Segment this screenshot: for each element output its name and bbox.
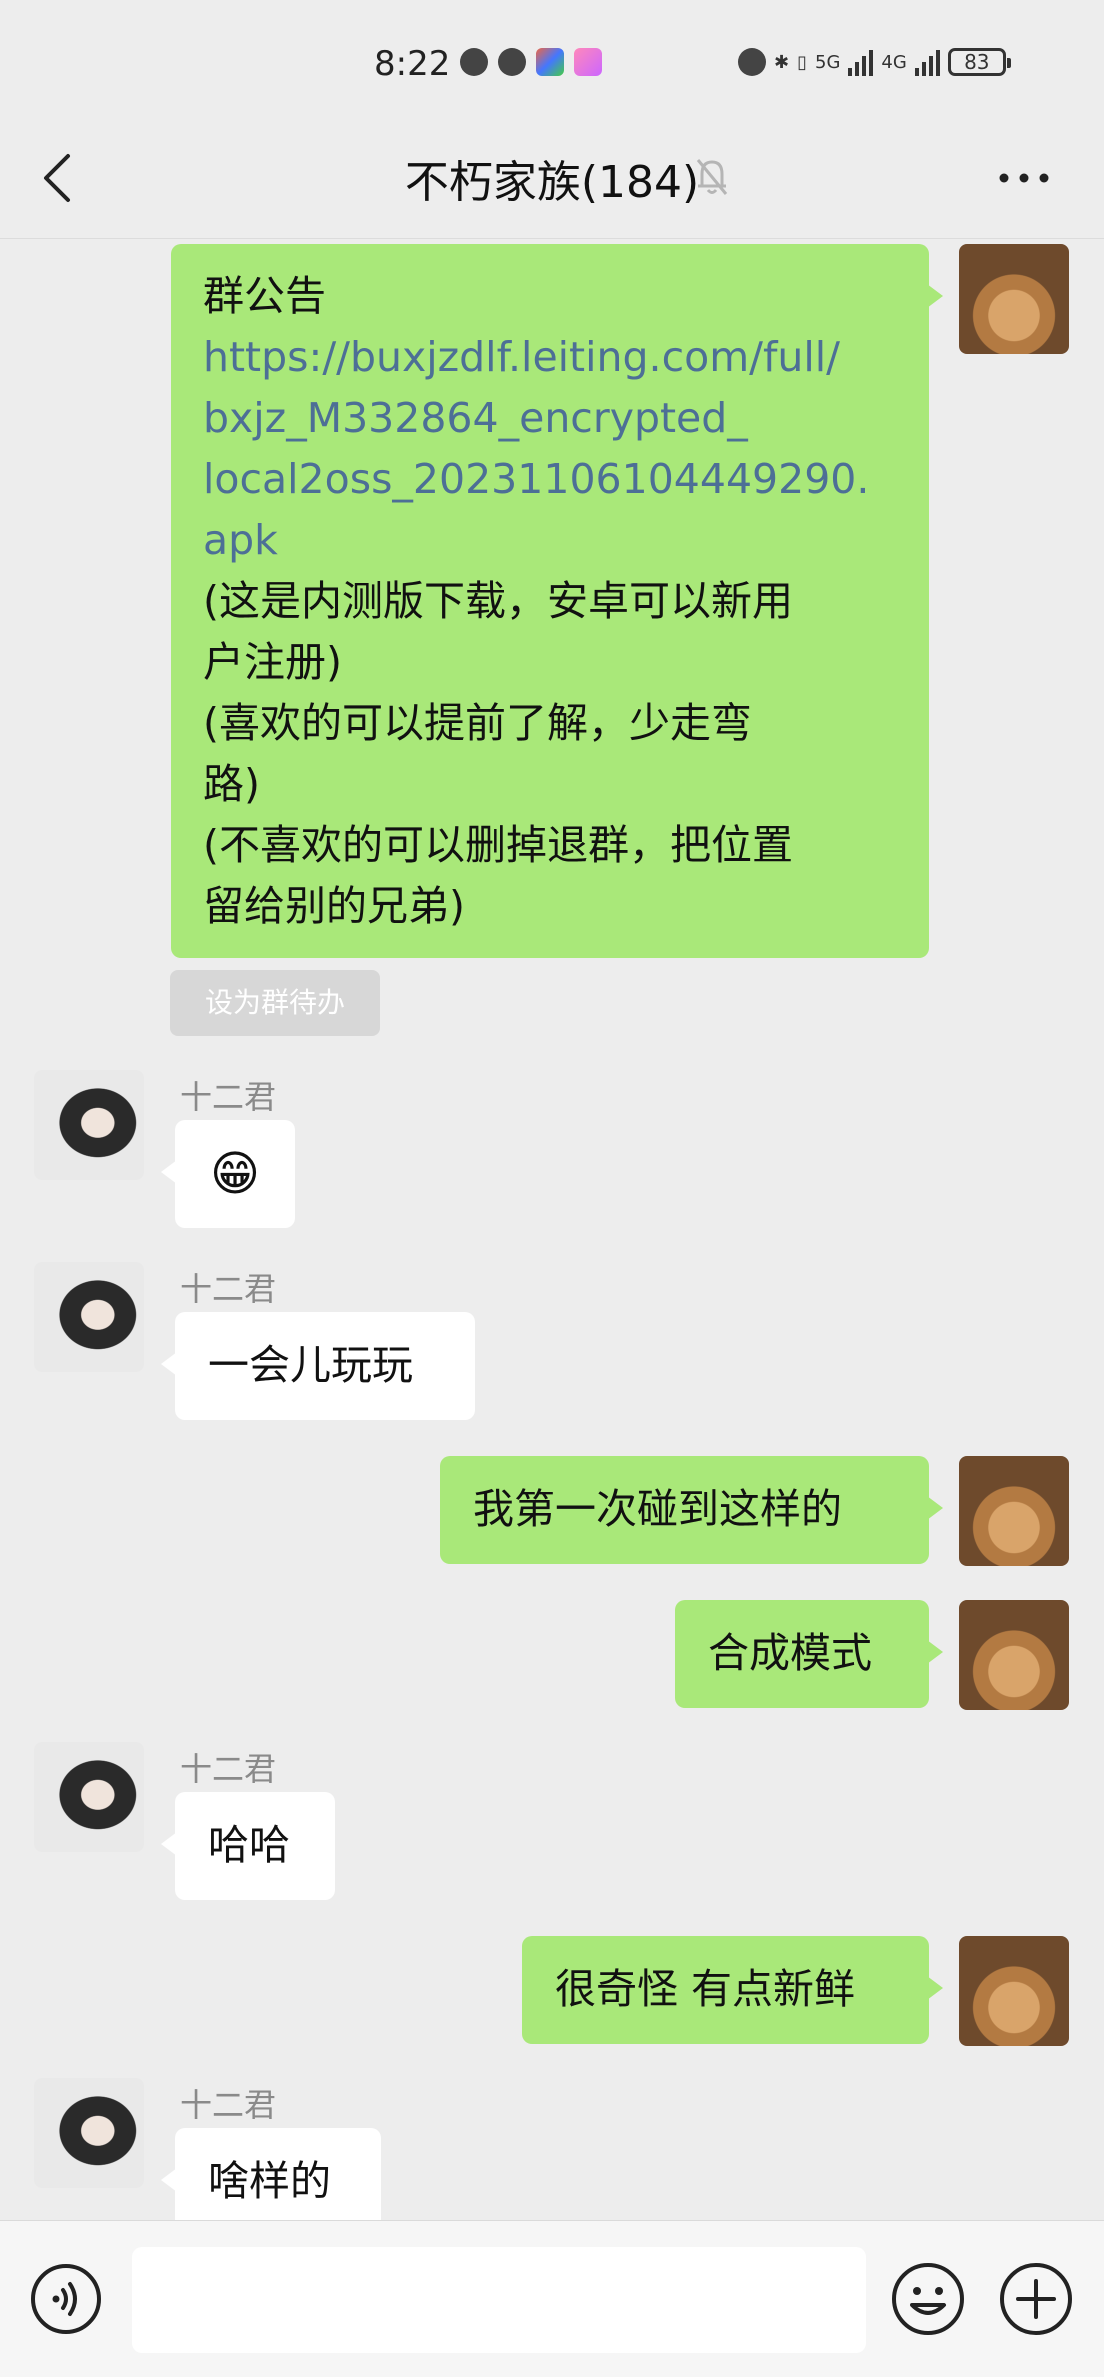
announcement-heading: 群公告 [203, 272, 326, 320]
set-group-todo-button[interactable]: 设为群待办 [170, 970, 380, 1036]
message-bubble[interactable]: 哈哈 [161, 1792, 335, 1900]
announcement-bubble[interactable]: 群公告 https://buxjzdlf.leiting.com/full/ b… [171, 244, 943, 958]
plus-icon [1000, 2263, 1072, 2335]
message-input[interactable] [132, 2247, 866, 2353]
message-bubble[interactable]: 😁 [161, 1120, 295, 1228]
grin-emoji-icon: 😁 [209, 1146, 261, 1202]
sender-avatar[interactable] [34, 1262, 144, 1372]
vibrate-icon: ▯ [797, 51, 807, 73]
bluetooth-icon: ✱ [774, 51, 790, 73]
sender-avatar[interactable] [34, 1742, 144, 1852]
voice-input-button[interactable] [30, 2263, 102, 2335]
status-bar: 8:22 ✱ ▯ 5G 4G 83 [0, 0, 1104, 130]
voice-icon [31, 2264, 101, 2334]
hand-app-icon [498, 48, 526, 76]
net-4g-label: 4G [881, 51, 907, 73]
net-5g-label: 5G [815, 51, 841, 73]
signal-icon [848, 48, 874, 76]
chat-header: 不朽家族(184) [0, 130, 1104, 239]
sender-avatar[interactable] [34, 2078, 144, 2188]
download-link[interactable]: https://buxjzdlf.leiting.com/full/ bxjz_… [203, 327, 897, 571]
sender-name: 十二君 [180, 1750, 277, 1788]
more-functions-button[interactable] [998, 2261, 1074, 2337]
sender-name: 十二君 [180, 2086, 277, 2124]
game-notification-icon [574, 48, 602, 76]
status-time: 8:22 [374, 44, 451, 84]
announcement-text: (这是内测版下载，安卓可以新用 户注册) (喜欢的可以提前了解，少走弯 路) (… [203, 577, 793, 930]
battery-indicator: 83 [947, 48, 1011, 76]
sender-avatar[interactable] [34, 1070, 144, 1180]
mute-bell-icon [692, 154, 732, 198]
input-bar [0, 2220, 1104, 2377]
emoji-button[interactable] [890, 2261, 966, 2337]
alarm-icon [738, 48, 766, 76]
sender-name: 十二君 [180, 1270, 277, 1308]
message-bubble[interactable]: 我第一次碰到这样的 [440, 1456, 943, 1564]
app-notification-icon [536, 48, 564, 76]
message-bubble[interactable]: 很奇怪 有点新鲜 [522, 1936, 943, 2044]
chat-title: 不朽家族(184) [404, 157, 700, 208]
smiley-icon [892, 2263, 964, 2335]
my-avatar[interactable] [959, 1600, 1069, 1710]
my-avatar[interactable] [959, 1456, 1069, 1566]
more-dots-icon [999, 173, 1049, 183]
signal-icon [914, 48, 940, 76]
my-avatar[interactable] [959, 244, 1069, 354]
message-bubble[interactable]: 一会儿玩玩 [161, 1312, 475, 1420]
notification-icons [460, 48, 602, 76]
my-avatar[interactable] [959, 1936, 1069, 2046]
sender-name: 十二君 [180, 1078, 277, 1116]
system-icons: ✱ ▯ 5G 4G 83 [738, 48, 1011, 76]
message-bubble[interactable]: 合成模式 [675, 1600, 943, 1708]
clock-app-icon [460, 48, 488, 76]
more-options-button[interactable] [996, 170, 1052, 186]
